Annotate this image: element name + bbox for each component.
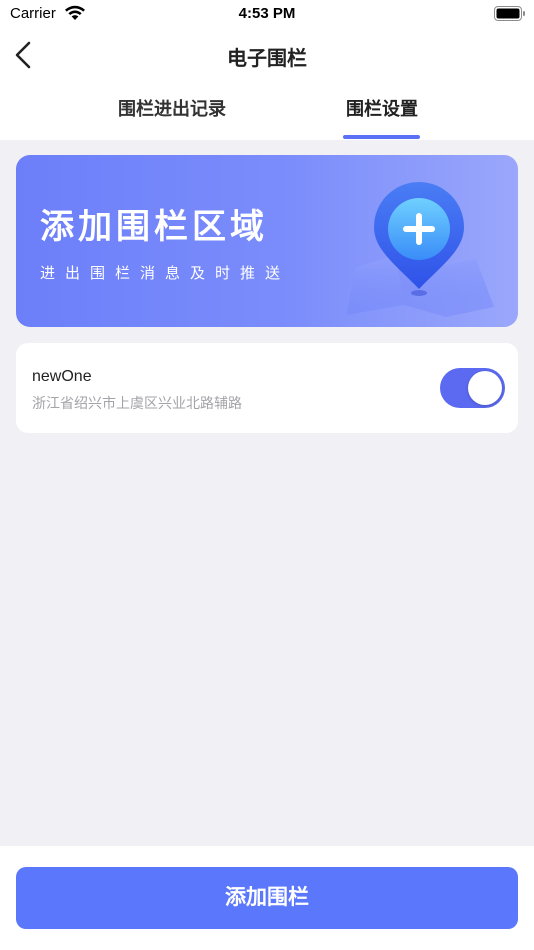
banner-title: 添加围栏区域 (40, 207, 268, 247)
tab-fence-records[interactable]: 围栏进出记录 (92, 95, 252, 121)
banner-subtitle: 进出围栏消息及时推送 (40, 264, 291, 282)
fence-enabled-toggle[interactable] (440, 368, 505, 408)
battery-icon (494, 6, 525, 21)
location-pin-plus-icon (346, 182, 494, 317)
status-time: 4:53 PM (238, 5, 296, 22)
navigation-bar: 电子围栏 (0, 30, 534, 80)
fence-address: 浙江省绍兴市上虞区兴业北路辅路 (32, 396, 242, 412)
fence-name: newOne (32, 368, 92, 385)
bottom-bar: 添加围栏 (0, 846, 534, 950)
status-bar: Carrier 4:53 PM (0, 0, 534, 28)
tab-bar: 围栏进出记录 围栏设置 (0, 95, 534, 140)
header-area: Carrier 4:53 PM 电子围栏 围栏进出记录 围栏设置 (0, 0, 534, 140)
add-fence-area-banner[interactable]: 添加围栏区域 进出围栏消息及时推送 (16, 155, 518, 327)
page-title: 电子围栏 (227, 46, 307, 70)
active-tab-indicator (343, 135, 420, 139)
fence-list-item[interactable]: newOne 浙江省绍兴市上虞区兴业北路辅路 (16, 343, 518, 433)
toggle-knob (468, 371, 502, 405)
tab-fence-settings[interactable]: 围栏设置 (302, 95, 462, 121)
add-fence-button[interactable]: 添加围栏 (16, 867, 518, 929)
